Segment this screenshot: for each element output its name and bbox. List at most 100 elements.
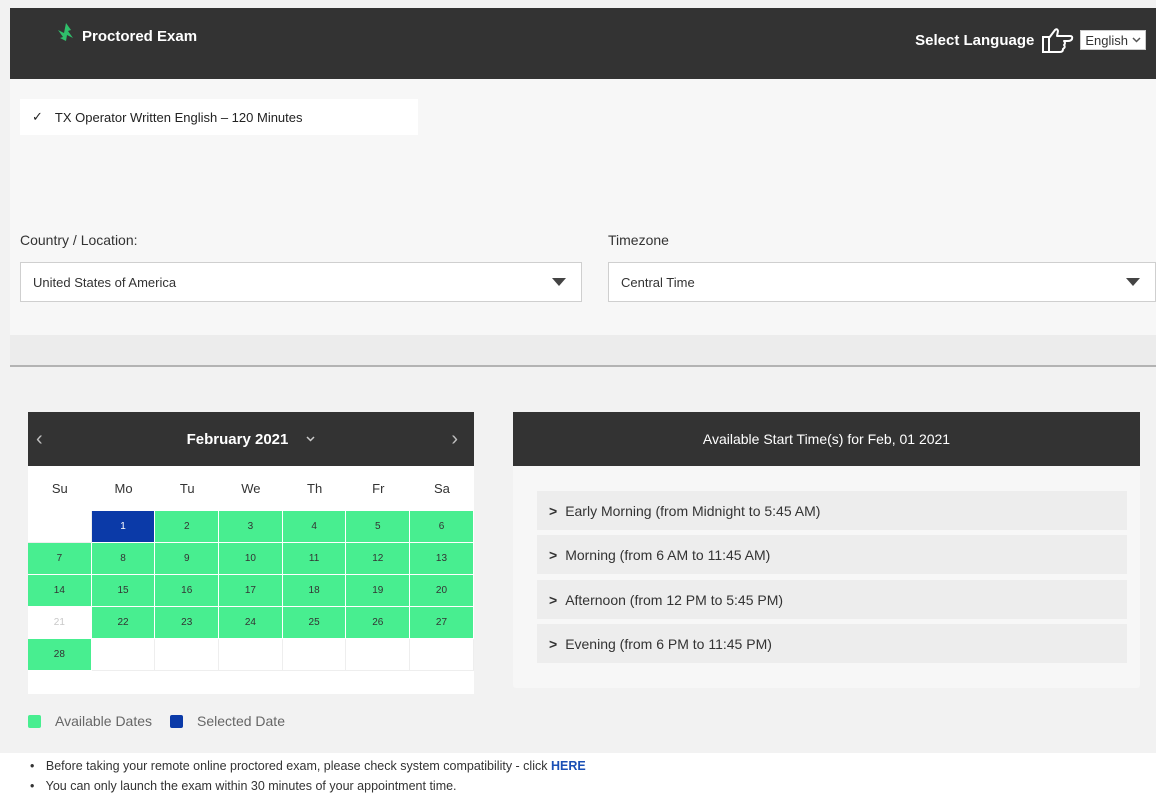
chevron-right-icon: > [549,502,558,519]
time-slot-evening[interactable]: > Evening (from 6 PM to 11:45 PM) [537,624,1127,664]
compatibility-link[interactable]: HERE [551,759,586,773]
available-times-header: Available Start Time(s) for Feb, 01 2021 [513,412,1140,466]
calendar-day[interactable]: 28 [28,639,92,671]
month-select[interactable]: February 2021 [187,431,316,448]
weekday-label: Tu [179,481,195,496]
calendar-day[interactable]: 10 [219,543,283,575]
app-title: Proctored Exam [82,28,198,45]
calendar-day[interactable]: 25 [282,607,347,639]
calendar-empty-cell [282,639,347,671]
pointing-hand-icon [1042,28,1074,53]
language-selector-group: Select Language English [915,25,1146,55]
top-bar: Proctored Exam Select Language English [10,8,1156,79]
calendar-day[interactable]: 18 [282,575,347,607]
calendar-day[interactable]: 7 [28,543,92,575]
timezone-select[interactable]: Central Time [608,262,1156,302]
next-month-icon[interactable]: › [451,428,458,451]
panel-footer-strip [10,335,1156,365]
caret-down-icon [1111,263,1155,301]
calendar-day[interactable]: 14 [28,575,92,607]
calendar-day[interactable]: 27 [410,607,474,639]
instructions-list: Before taking your remote online proctor… [0,753,1156,803]
language-select[interactable]: English [1080,30,1146,50]
language-select-value: English [1085,32,1128,48]
calendar-empty-cell [155,639,220,671]
time-slot-label: Morning (from 6 AM to 11:45 AM) [565,546,771,563]
calendar-day[interactable]: 16 [155,575,220,607]
note-compatibility: Before taking your remote online proctor… [30,759,1156,773]
exam-details-panel: ✓ TX Operator Written English – 120 Minu… [10,79,1156,367]
calendar-empty-cell [219,639,283,671]
calendar-week-row: 123456 [28,511,474,543]
calendar-day[interactable]: 6 [410,511,474,543]
chevron-right-icon: > [549,546,558,563]
calendar-day[interactable]: 23 [155,607,220,639]
chevron-right-icon: > [549,591,558,608]
calendar-day[interactable]: 22 [91,607,156,639]
calendar-empty-cell [410,639,474,671]
time-slot-label: Afternoon (from 12 PM to 5:45 PM) [565,591,784,608]
calendar-day[interactable]: 3 [219,511,283,543]
date-picker-calendar: ‹ February 2021 › Su Mo Tu We Th Fr Sa 1234567… [28,412,474,694]
calendar-day[interactable]: 8 [91,543,156,575]
time-slot-afternoon[interactable]: > Afternoon (from 12 PM to 5:45 PM) [537,580,1127,620]
selected-swatch [170,714,184,728]
calendar-day[interactable]: 17 [219,575,283,607]
calendar-day[interactable]: 2 [155,511,220,543]
time-slot-label: Evening (from 6 PM to 11:45 PM) [565,635,772,652]
calendar-day-selected[interactable]: 1 [91,511,156,543]
available-times-panel: Available Start Time(s) for Feb, 01 2021… [513,412,1140,688]
calendar-day[interactable]: 9 [155,543,220,575]
note-text: You can only launch the exam within 30 m… [45,779,457,793]
calendar-week-row: 7 8 9 10 11 12 13 [28,543,474,575]
chevron-right-icon: > [549,635,558,652]
calendar-day[interactable]: 11 [282,543,347,575]
weekday-header-row: Su Mo Tu We Th Fr Sa [28,466,474,511]
calendar-header: ‹ February 2021 › [28,412,474,466]
time-slot-label: Early Morning (from Midnight to 5:45 AM) [565,502,821,519]
checkmark-icon: ✓ [32,109,43,124]
calendar-empty-cell [28,511,92,543]
available-swatch [28,714,41,728]
country-value: United States of America [33,274,177,290]
country-select[interactable]: United States of America [20,262,582,302]
note-launch-window: You can only launch the exam within 30 m… [30,779,1156,793]
selected-exam: ✓ TX Operator Written English – 120 Minu… [20,99,418,135]
weekday-label: Sa [434,481,450,496]
weekday-label: Su [51,481,68,496]
calendar-day[interactable]: 13 [410,543,474,575]
exam-name: TX Operator Written English – 120 Minute… [54,109,303,125]
calendar-day[interactable]: 15 [91,575,156,607]
calendar-day[interactable]: 19 [346,575,411,607]
chevron-down-icon [306,436,315,442]
caret-down-icon [537,263,581,301]
calendar-day[interactable]: 12 [346,543,411,575]
calendar-day[interactable]: 5 [346,511,411,543]
calendar-day[interactable]: 24 [219,607,283,639]
calendar-empty-cell [346,639,411,671]
calendar-week-row: 14 15 16 17 18 19 20 [28,575,474,607]
note-text: Before taking your remote online proctor… [45,759,548,773]
calendar-day[interactable]: 26 [346,607,411,639]
calendar-day[interactable]: 4 [282,511,347,543]
language-label: Select Language [915,31,1035,49]
time-slot-early-morning[interactable]: > Early Morning (from Midnight to 5:45 A… [537,491,1127,531]
calendar-empty-cell [91,639,156,671]
weekday-label: Mo [114,481,133,496]
available-legend-label: Available Dates [55,713,153,729]
calendar-legend: Available Dates Selected Date [28,713,285,729]
selected-legend-label: Selected Date [197,713,285,729]
time-slot-morning[interactable]: > Morning (from 6 AM to 11:45 AM) [537,535,1127,575]
weekday-label: Th [307,481,323,496]
prev-month-icon[interactable]: ‹ [36,428,43,451]
chevron-down-icon [1132,37,1141,43]
calendar-day-disabled: 21 [28,607,92,639]
calendar-week-row: 21 22 23 24 25 26 27 [28,607,474,639]
country-label: Country / Location: [20,232,138,248]
weekday-label: Fr [372,481,385,496]
calendar-day[interactable]: 20 [410,575,474,607]
timezone-value: Central Time [621,274,695,290]
calendar-grid: 1 2 3 4 5 6 7 8 9 10 11 12 13 14 15 16 17 18 19 20 21 22 23 24 2… [28,511,474,671]
calendar-week-row: 28 [28,639,474,671]
weekday-label: We [241,481,261,496]
